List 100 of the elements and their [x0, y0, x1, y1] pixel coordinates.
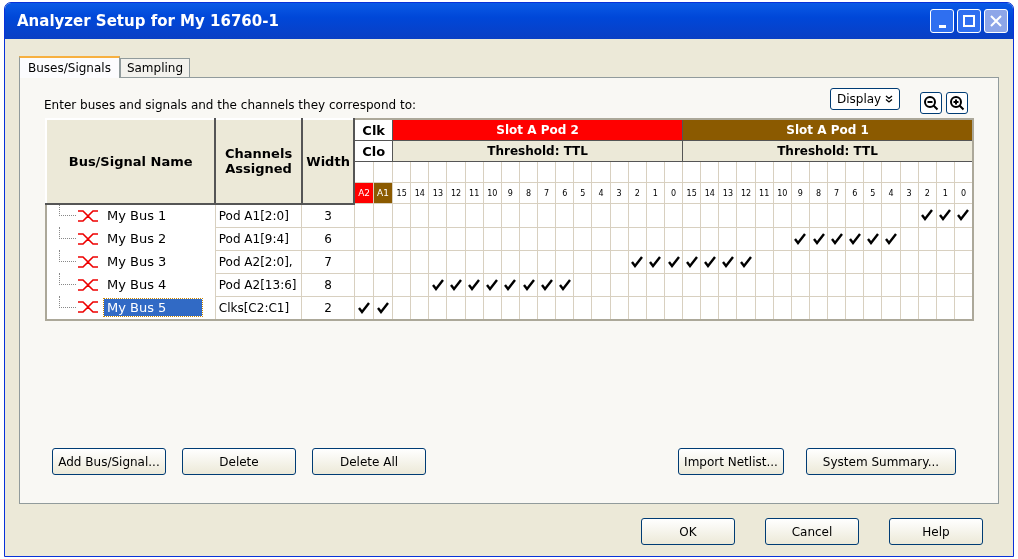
action-button[interactable]: Delete All: [312, 448, 426, 475]
channel-cell[interactable]: [591, 227, 611, 250]
action-button[interactable]: Add Bus/Signal...: [52, 448, 166, 475]
tab[interactable]: Sampling: [119, 58, 191, 77]
channel-cell[interactable]: [881, 273, 901, 296]
channel-cell[interactable]: [664, 203, 683, 227]
channel-cell[interactable]: [519, 227, 538, 250]
channel-cell[interactable]: [537, 227, 556, 250]
channel-cell[interactable]: [446, 273, 466, 296]
channel-cell[interactable]: [519, 273, 538, 296]
tab[interactable]: Buses/Signals: [19, 56, 120, 78]
channel-cell[interactable]: [718, 250, 737, 273]
channel-cell[interactable]: [446, 250, 466, 273]
channel-cell[interactable]: [791, 273, 810, 296]
channel-cell[interactable]: [936, 227, 955, 250]
channel-cell[interactable]: [591, 250, 611, 273]
channel-cell[interactable]: [628, 203, 647, 227]
channel-cell[interactable]: [373, 273, 393, 296]
channel-cell[interactable]: [809, 273, 828, 296]
channel-cell[interactable]: [682, 273, 701, 296]
dialog-button[interactable]: Help: [889, 518, 983, 545]
channel-cell[interactable]: [736, 250, 756, 273]
channel-cell[interactable]: [610, 273, 629, 296]
channel-cell[interactable]: [918, 203, 937, 227]
channel-cell[interactable]: [863, 203, 882, 227]
channel-cell[interactable]: [465, 273, 484, 296]
channel-cell[interactable]: [682, 250, 701, 273]
action-button[interactable]: System Summary...: [806, 448, 956, 475]
channel-cell[interactable]: [845, 273, 864, 296]
channel-cell[interactable]: [900, 273, 919, 296]
channel-cell[interactable]: [936, 203, 955, 227]
channel-cell[interactable]: [483, 273, 502, 296]
channel-cell[interactable]: [700, 250, 719, 273]
channel-cell[interactable]: [863, 250, 882, 273]
channel-cell[interactable]: [736, 203, 756, 227]
channel-cell[interactable]: [918, 250, 937, 273]
channel-cell[interactable]: [465, 250, 484, 273]
channel-cell[interactable]: [755, 250, 774, 273]
channel-cell[interactable]: [827, 273, 846, 296]
action-button[interactable]: Delete: [182, 448, 296, 475]
channel-cell[interactable]: [573, 203, 592, 227]
zoom-in-button[interactable]: [946, 92, 968, 114]
channel-cell[interactable]: [863, 227, 882, 250]
maximize-button[interactable]: [957, 9, 981, 33]
channel-cell[interactable]: [392, 250, 411, 273]
channel-cell[interactable]: [483, 203, 502, 227]
channel-cell[interactable]: [465, 227, 484, 250]
channel-cell[interactable]: [465, 203, 484, 227]
channel-cell[interactable]: [519, 203, 538, 227]
channel-cell[interactable]: [483, 227, 502, 250]
channel-cell[interactable]: [373, 227, 393, 250]
dialog-button[interactable]: Cancel: [765, 518, 859, 545]
channel-cell[interactable]: [845, 227, 864, 250]
close-button[interactable]: [984, 9, 1008, 33]
channel-cell[interactable]: [827, 250, 846, 273]
channel-cell[interactable]: [410, 203, 429, 227]
channel-cell[interactable]: [392, 227, 411, 250]
bus-name[interactable]: My Bus 5: [104, 298, 203, 316]
channel-cell[interactable]: [591, 273, 611, 296]
channel-cell[interactable]: [646, 227, 665, 250]
channel-cell[interactable]: [428, 250, 447, 273]
channel-cell[interactable]: [501, 203, 520, 227]
minimize-button[interactable]: [930, 9, 954, 33]
channel-cell[interactable]: [392, 273, 411, 296]
channel-cell[interactable]: [555, 273, 574, 296]
channel-cell[interactable]: [501, 273, 520, 296]
channel-cell[interactable]: [664, 250, 683, 273]
channel-cell[interactable]: [718, 203, 737, 227]
channel-cell[interactable]: [845, 250, 864, 273]
channel-cell[interactable]: [392, 203, 411, 227]
channel-cell[interactable]: [773, 250, 792, 273]
channel-cell[interactable]: [918, 273, 937, 296]
channel-cell[interactable]: [354, 250, 374, 273]
channel-cell[interactable]: [881, 203, 901, 227]
channel-cell[interactable]: [354, 227, 374, 250]
dialog-button[interactable]: OK: [641, 518, 735, 545]
channel-cell[interactable]: [682, 203, 701, 227]
channel-cell[interactable]: [936, 250, 955, 273]
channel-cell[interactable]: [845, 203, 864, 227]
channel-cell[interactable]: [863, 273, 882, 296]
channel-cell[interactable]: [700, 227, 719, 250]
channel-cell[interactable]: [755, 227, 774, 250]
channel-cell[interactable]: [555, 227, 574, 250]
channel-cell[interactable]: [755, 273, 774, 296]
channel-cell[interactable]: [555, 203, 574, 227]
display-dropdown[interactable]: Display: [829, 88, 900, 110]
channel-cell[interactable]: [537, 250, 556, 273]
channel-cell[interactable]: [446, 227, 466, 250]
channel-cell[interactable]: [936, 273, 955, 296]
channel-cell[interactable]: [537, 273, 556, 296]
channel-cell[interactable]: [718, 227, 737, 250]
channel-cell[interactable]: [773, 227, 792, 250]
channel-cell[interactable]: [628, 250, 647, 273]
channel-cell[interactable]: [410, 227, 429, 250]
channel-cell[interactable]: [446, 203, 466, 227]
channel-cell[interactable]: [881, 227, 901, 250]
channel-cell[interactable]: [573, 273, 592, 296]
channel-cell[interactable]: [809, 250, 828, 273]
channel-cell[interactable]: [610, 227, 629, 250]
channel-cell[interactable]: [537, 203, 556, 227]
